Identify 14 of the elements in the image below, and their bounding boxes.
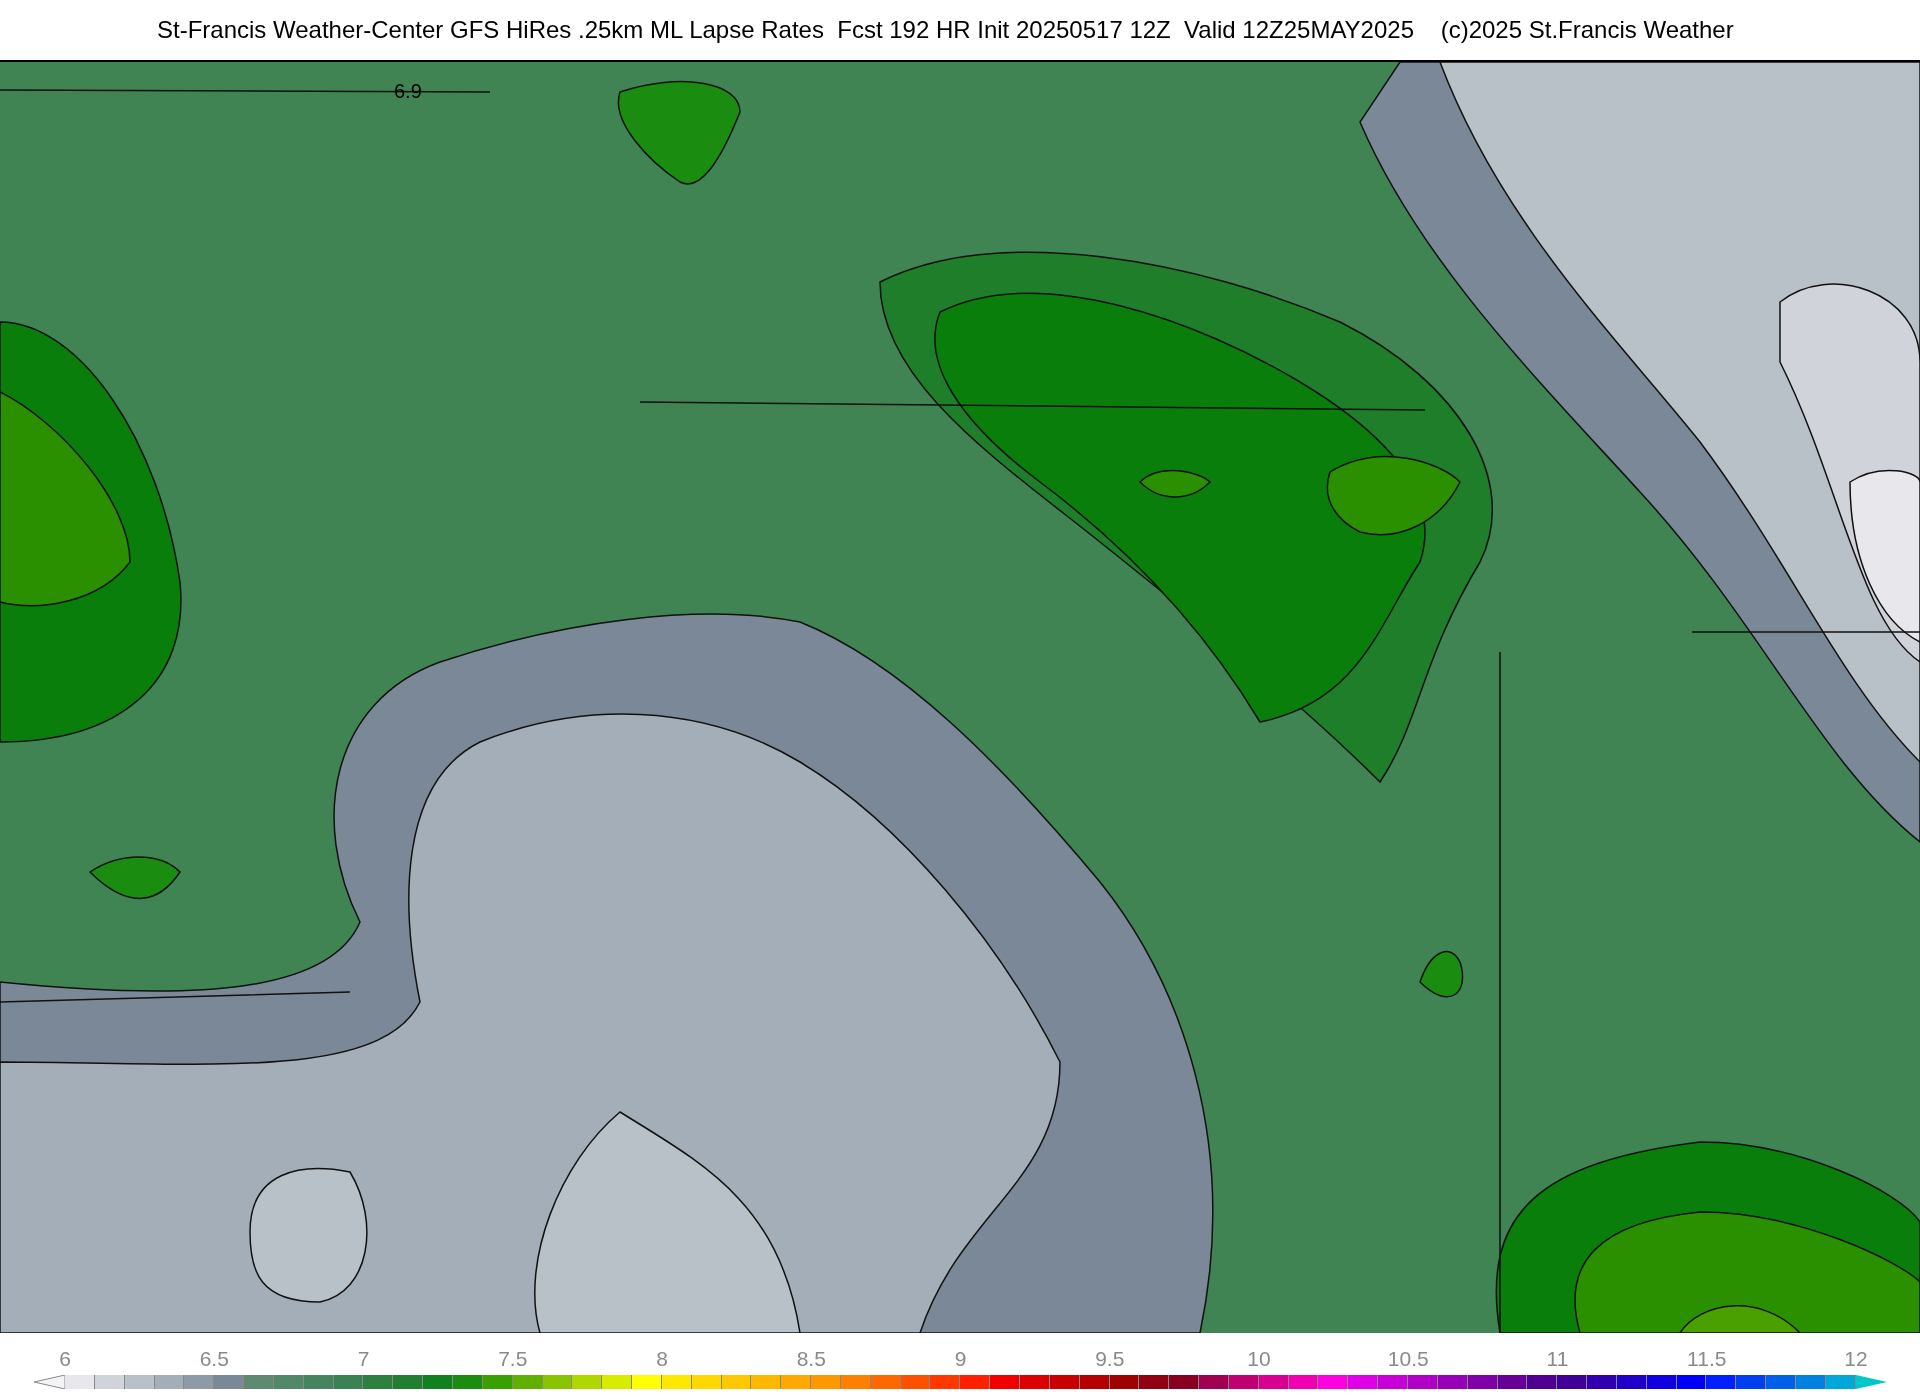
- colorbar-tick-label: 10.5: [1387, 1346, 1429, 1372]
- colorbar-tick-label: 9.5: [1095, 1346, 1125, 1372]
- colorbar-tick-label: 6: [59, 1346, 71, 1372]
- colorbar-tick-label: 9: [954, 1346, 967, 1372]
- colorbar-tick-label: 6.5: [199, 1346, 229, 1372]
- map-title: St-Francis Weather-Center GFS HiRes .25km ML Lapse Rates Fcst 192 HR Init 20250517 12Z Valid 12Z25MAY2025 (c)2025 St.Francis Weather: [157, 15, 1734, 45]
- colorbar-tick-label: 10: [1247, 1346, 1271, 1372]
- colorbar-tick-label: 11.5: [1687, 1346, 1727, 1372]
- colorbar-tick-label: 12: [1844, 1346, 1868, 1372]
- colorbar-tick-label: 7.5: [498, 1346, 528, 1372]
- colorbar-tick-label: 8.5: [796, 1346, 826, 1372]
- colorbar-tick-label: 7: [357, 1346, 370, 1372]
- colorbar-tick-label: 8: [656, 1346, 668, 1372]
- colorbar-tick-label: 11: [1546, 1346, 1569, 1372]
